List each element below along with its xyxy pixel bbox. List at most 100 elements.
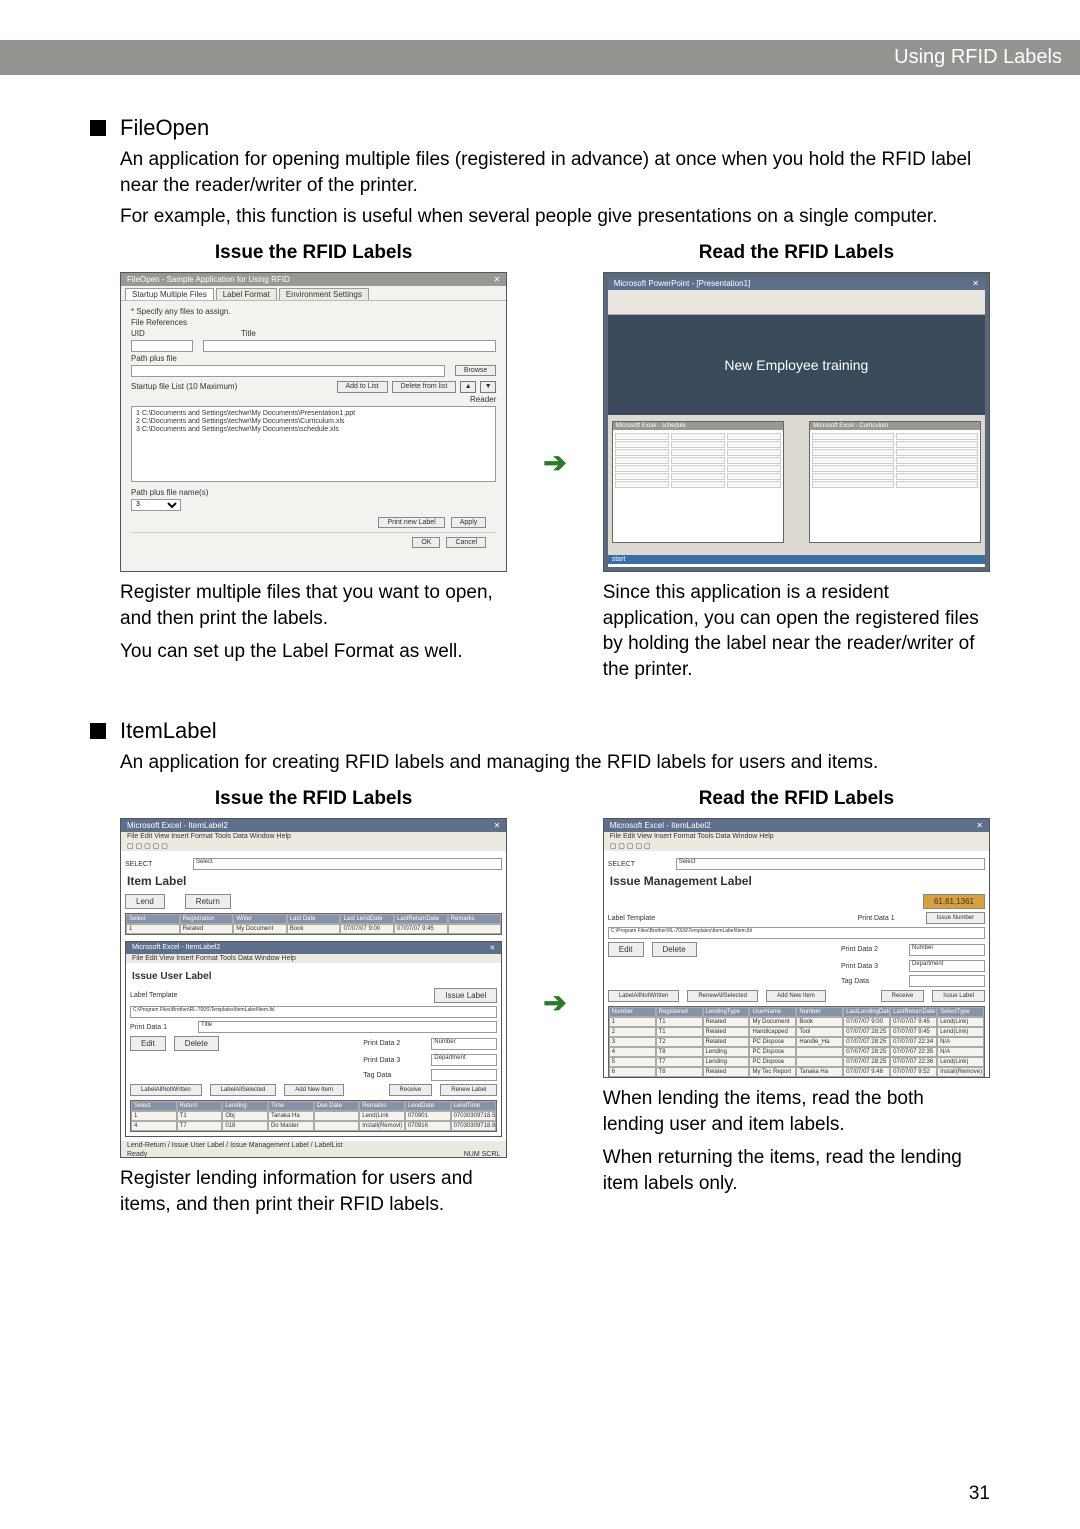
xl-toolbar[interactable]: ▢ ▢ ▢ ▢ ▢ [121,841,506,851]
td: N/A [937,1047,984,1057]
td: 07/07/07 9:45 [394,924,448,934]
return-button[interactable]: Return [185,894,231,909]
fileopen-read-col: Read the RFID Labels Microsoft PowerPoin… [603,242,990,683]
close-icon[interactable]: ✕ [489,944,495,952]
td: Related [703,1037,750,1047]
add-to-list-button[interactable]: Add to List [337,381,388,393]
move-up-icon[interactable]: ▲ [460,381,476,393]
bullet-icon [90,723,106,739]
td: 070916 [405,1121,451,1131]
list-item[interactable]: 1 C:\Documents and Settings\techwr\My Do… [136,410,491,417]
th: LastReturnDate [394,914,448,924]
startup-file-list[interactable]: 1 C:\Documents and Settings\techwr\My Do… [131,406,496,482]
tab-startup[interactable]: Startup Multiple Files [125,288,214,300]
delete-button[interactable]: Delete [174,1036,219,1051]
template-path[interactable]: C:\Program Files\Brother\RL-700S\Templat… [130,1006,497,1018]
add-new-button[interactable]: Add New Item [766,990,826,1002]
issue-number-button[interactable]: Issue Number [926,912,985,924]
td: 07/07/07 9:00 [340,924,394,934]
itemlabel-read-cap1: When lending the items, read the both le… [603,1086,990,1137]
excel-curriculum-title: Microsoft Excel - Curriculum [810,422,980,430]
td: Book [796,1017,843,1027]
td: Tanaka Ha [796,1067,843,1077]
td: 1 [609,1017,656,1027]
template-path[interactable]: C:\Program Files\Brother\RL-700S\Templat… [608,927,985,939]
tab-label-format[interactable]: Label Format [216,288,277,300]
print-label-button[interactable]: Print new Label [378,517,444,528]
tagdata-label: Tag Data [841,978,901,985]
td: My Tec Report [749,1067,796,1077]
move-down-icon[interactable]: ▼ [480,381,496,393]
uid-input[interactable] [131,340,193,352]
lend-button[interactable]: Lend [125,894,165,909]
pd2-label: Print Data 2 [363,1040,423,1047]
cancel-button[interactable]: Cancel [446,537,486,548]
issue-label-button[interactable]: Issue Label [434,988,497,1003]
close-icon[interactable]: ✕ [976,821,983,830]
select-field[interactable]: Select [676,858,985,870]
th: Number [796,1007,843,1017]
pd2-label: Print Data 2 [841,946,901,953]
close-icon[interactable]: ✕ [494,821,501,830]
td: PC Dispose [749,1057,796,1067]
td: Lending [703,1047,750,1057]
pd2-field[interactable]: Number [431,1038,497,1050]
select-field[interactable]: Select [193,858,502,870]
header-title: Using RFID Labels [894,46,1062,68]
browse-button[interactable]: Browse [455,365,496,376]
pd3-field[interactable]: Department [431,1054,497,1066]
status-ready: Ready [127,1151,147,1158]
edit-button[interactable]: Edit [608,942,644,957]
receive-button[interactable]: Receive [881,990,925,1002]
delete-button[interactable]: Delete [652,942,697,957]
xl-sub-menu[interactable]: File Edit View Insert Format Tools Data … [126,954,501,963]
close-icon[interactable]: ✕ [494,275,501,284]
label-all-selected-button[interactable]: LabelAllSelected [210,1084,277,1096]
start-button[interactable]: start [612,556,626,563]
pd1-field[interactable]: Title [198,1021,497,1033]
td: Handicapped [749,1027,796,1037]
close-icon[interactable]: ✕ [972,279,979,288]
td: 07/07/07 9:45 [890,1017,937,1027]
tab-env-settings[interactable]: Environment Settings [279,288,369,300]
pd2-field[interactable]: Number [909,944,985,956]
issue-label-button[interactable]: Issue Label [932,990,985,1002]
th: Time [268,1101,314,1111]
label-not-written-button[interactable]: LabelAllNotWritten [608,990,680,1002]
fileopen-issue-cap1: Register multiple files that you want to… [120,580,507,631]
tagdata-field[interactable] [431,1069,497,1081]
sheet-tabs[interactable]: Lend-Return / Issue User Label / Issue M… [127,1142,343,1149]
add-new-button[interactable]: Add New Item [284,1084,344,1096]
td: Lending [703,1057,750,1067]
itemlabel-read-col: Read the RFID Labels Microsoft Excel - I… [603,788,990,1197]
fileopen-read-screenshot: Microsoft PowerPoint - [Presentation1] ✕… [603,272,990,572]
label-not-written-button[interactable]: LabelAllNotWritten [130,1084,202,1096]
list-item[interactable]: 3 C:\Documents and Settings\techwr\My Do… [136,426,491,433]
xl-menu[interactable]: File Edit View Insert Format Tools Data … [604,832,989,841]
ok-button[interactable]: OK [412,537,440,548]
tagdata-field[interactable] [909,975,985,987]
td: 07030309718.572 [451,1111,497,1121]
th: Writer [233,914,287,924]
reader-label: Reader [470,395,496,404]
path-input[interactable] [131,365,445,377]
td [796,1047,843,1057]
td: 07030309718.802 [451,1121,497,1131]
td: 018 [222,1121,268,1131]
list-item[interactable]: 2 C:\Documents and Settings\techwr\My Do… [136,418,491,425]
td: Install(Remove) [937,1067,984,1077]
xl-toolbar[interactable]: ▢ ▢ ▢ ▢ ▢ [604,841,989,851]
apply-button[interactable]: Apply [451,517,487,528]
title-input[interactable] [203,340,496,352]
itemlabel-read-title: Read the RFID Labels [603,788,990,810]
th: Registered [656,1007,703,1017]
receive-button[interactable]: Receive [389,1084,433,1096]
renew-selected-button[interactable]: RenewAllSelected [687,990,758,1002]
date-button[interactable]: 61,61,1361 [923,894,985,909]
renew-button[interactable]: Renew Label [440,1084,497,1096]
delete-from-list-button[interactable]: Delete from list [392,381,457,393]
file-count-select[interactable]: 3 [131,499,181,511]
pd3-field[interactable]: Department [909,960,985,972]
xl-menu[interactable]: File Edit View Insert Format Tools Data … [121,832,506,841]
edit-button[interactable]: Edit [130,1036,166,1051]
